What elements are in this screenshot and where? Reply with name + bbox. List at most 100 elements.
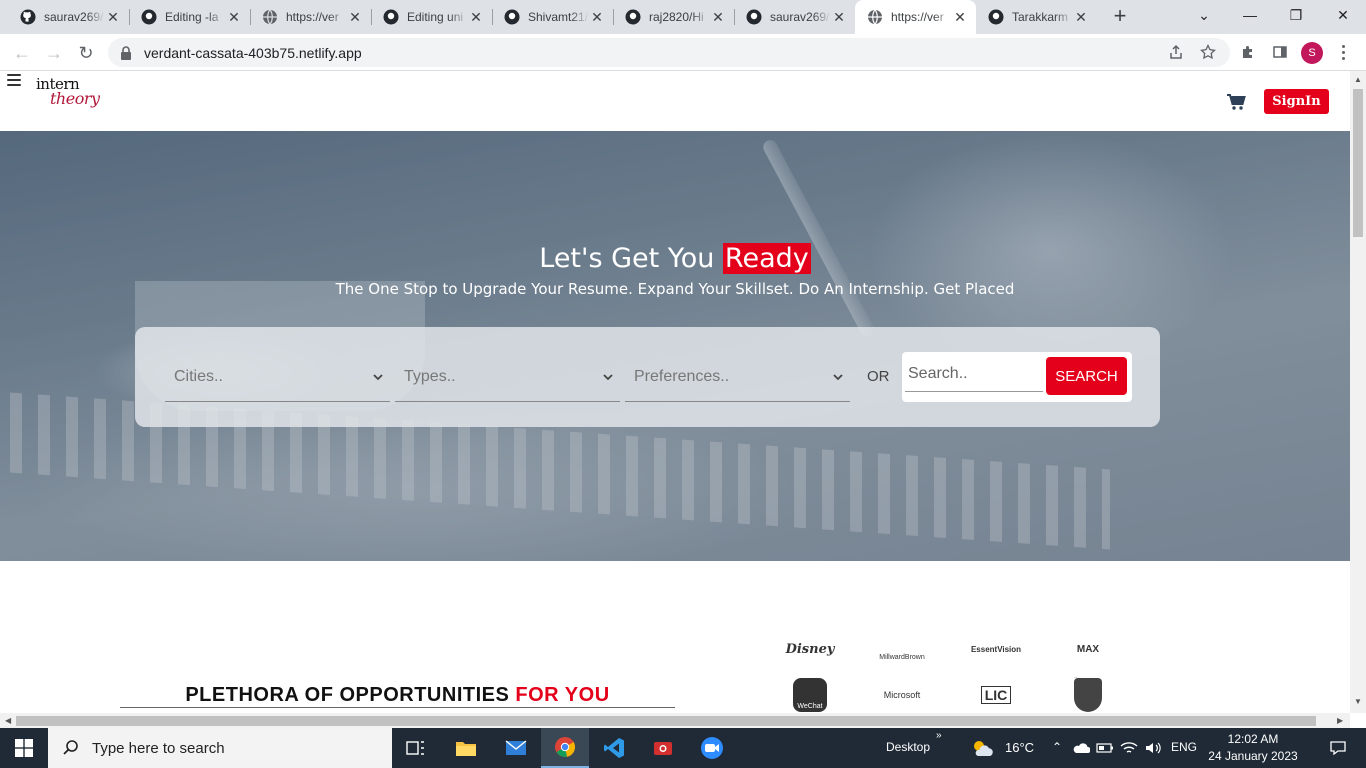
tab-title: Tarakkarm <box>1012 10 1069 24</box>
partner-logo: MillwardBrown <box>879 653 925 661</box>
notification-center-icon[interactable] <box>1318 728 1358 768</box>
globe-icon <box>867 9 883 25</box>
address-bar[interactable]: verdant-cassata-403b75.netlify.app <box>108 38 1230 67</box>
new-tab-button[interactable]: + <box>1108 5 1132 29</box>
minimize-button[interactable]: — <box>1227 0 1273 30</box>
preferences-dropdown[interactable]: Preferences.. <box>625 352 850 402</box>
github-icon <box>746 9 762 25</box>
partner-logo: EssentVision <box>970 644 1022 654</box>
show-hidden-icons-icon[interactable]: ⌃ <box>1052 740 1062 754</box>
browser-tab[interactable]: Editing -la ✕ <box>129 0 250 34</box>
scroll-up-arrow-icon[interactable]: ▲ <box>1354 75 1362 84</box>
bookmark-star-icon[interactable] <box>1194 38 1222 66</box>
close-window-button[interactable]: ✕ <box>1320 0 1366 30</box>
horizontal-scrollbar[interactable]: ◀ ▶ <box>0 713 1350 729</box>
side-panel-icon[interactable] <box>1266 38 1294 66</box>
hamburger-menu-icon[interactable] <box>7 74 21 86</box>
desktop-toolbar-label[interactable]: Desktop <box>886 740 930 754</box>
site-logo[interactable]: intern theory <box>36 75 106 111</box>
tab-title: saurav269/ <box>770 10 830 24</box>
close-tab-icon[interactable]: ✕ <box>710 9 726 25</box>
wifi-icon[interactable] <box>1120 728 1138 768</box>
hero-subtitle: The One Stop to Upgrade Your Resume. Exp… <box>335 280 1015 298</box>
profile-avatar[interactable]: S <box>1301 42 1323 64</box>
scroll-right-arrow-icon[interactable]: ▶ <box>1337 716 1343 725</box>
browser-tab[interactable]: Tarakkarm ✕ <box>976 0 1097 34</box>
close-tab-icon[interactable]: ✕ <box>347 9 363 25</box>
onedrive-icon[interactable] <box>1072 728 1090 768</box>
search-icon <box>63 740 78 755</box>
taskbar-clock[interactable]: 12:02 AM 24 January 2023 <box>1208 731 1298 765</box>
partner-logo: LIC <box>956 677 1036 713</box>
restore-button[interactable]: ❐ <box>1273 0 1319 30</box>
search-input[interactable] <box>905 356 1043 392</box>
zoom-icon[interactable] <box>688 728 736 768</box>
screen-recorder-icon[interactable] <box>639 728 687 768</box>
or-label: OR <box>867 368 890 385</box>
volume-icon[interactable] <box>1144 728 1162 768</box>
lock-icon[interactable] <box>120 45 134 60</box>
globe-icon <box>262 9 278 25</box>
file-explorer-icon[interactable] <box>442 728 490 768</box>
types-dropdown[interactable]: Types.. <box>395 352 620 402</box>
close-tab-icon[interactable]: ✕ <box>105 9 121 25</box>
chrome-icon[interactable] <box>541 728 589 768</box>
windows-start-button[interactable] <box>0 728 48 768</box>
signin-button[interactable]: SignIn <box>1264 89 1329 114</box>
extensions-icon[interactable] <box>1234 38 1262 66</box>
hero-title: Let's Get You Ready <box>539 243 811 274</box>
browser-tab[interactable]: https://ver ✕ <box>250 0 371 34</box>
battery-icon[interactable] <box>1096 728 1114 768</box>
clock-date: 24 January 2023 <box>1208 749 1298 763</box>
close-tab-icon[interactable]: ✕ <box>589 9 605 25</box>
search-filter-card: Cities.. Types.. Preferences.. OR SEARCH <box>135 327 1160 427</box>
page-viewport: intern theory SignIn Let's Get You Ready… <box>0 71 1350 713</box>
hero-title-highlight: Ready <box>722 243 811 274</box>
search-box: SEARCH <box>902 352 1132 402</box>
mail-icon[interactable] <box>492 728 540 768</box>
tab-title: Editing -la <box>165 10 219 24</box>
partner-logos: Disney MillwardBrown EssentVision MAX We… <box>770 631 1130 713</box>
close-tab-icon[interactable]: ✕ <box>831 9 847 25</box>
browser-tab[interactable]: raj2820/Hi ✕ <box>613 0 734 34</box>
share-icon[interactable] <box>1162 38 1190 66</box>
browser-toolbar: ← → ↻ verdant-cassata-403b75.netlify.app… <box>0 34 1366 71</box>
close-tab-icon[interactable]: ✕ <box>1073 9 1089 25</box>
weather-icon[interactable] <box>962 728 1002 768</box>
task-view-icon[interactable] <box>392 728 440 768</box>
horizontal-scroll-thumb[interactable] <box>16 716 1316 726</box>
github-icon <box>383 9 399 25</box>
browser-tab[interactable]: saurav269/ ✕ <box>8 0 129 34</box>
tab-search-icon[interactable]: ⌄ <box>1181 0 1227 30</box>
search-button[interactable]: SEARCH <box>1046 357 1127 395</box>
scroll-left-arrow-icon[interactable]: ◀ <box>5 716 11 725</box>
browser-tab[interactable]: Editing uni ✕ <box>371 0 492 34</box>
toolbar-expand-icon[interactable]: » <box>936 730 942 741</box>
partner-logo: WeChat <box>770 677 850 713</box>
close-tab-icon[interactable]: ✕ <box>226 9 242 25</box>
back-button[interactable]: ← <box>8 39 36 67</box>
types-dropdown-label: Types.. <box>404 367 456 385</box>
windows-logo-icon <box>15 739 33 757</box>
cities-dropdown[interactable]: Cities.. <box>165 352 390 402</box>
browser-tab-active[interactable]: https://ver ✕ <box>855 0 976 34</box>
tab-title: https://ver <box>286 10 339 24</box>
close-tab-icon[interactable]: ✕ <box>952 9 968 25</box>
vertical-scroll-thumb[interactable] <box>1353 89 1363 237</box>
taskbar-search-box[interactable]: Type here to search <box>48 728 392 768</box>
browser-menu-icon[interactable] <box>1333 40 1353 64</box>
vscode-icon[interactable] <box>590 728 638 768</box>
forward-button[interactable]: → <box>40 39 68 67</box>
chevron-down-icon <box>373 373 383 380</box>
section-divider <box>120 707 675 708</box>
url-text: verdant-cassata-403b75.netlify.app <box>144 44 362 61</box>
github-icon <box>988 9 1004 25</box>
vertical-scrollbar[interactable]: ▲ ▼ <box>1350 71 1366 713</box>
reload-button[interactable]: ↻ <box>72 39 100 67</box>
cart-icon[interactable] <box>1226 93 1246 111</box>
language-indicator[interactable]: ENG <box>1171 740 1197 754</box>
close-tab-icon[interactable]: ✕ <box>468 9 484 25</box>
browser-tab[interactable]: saurav269/ ✕ <box>734 0 855 34</box>
browser-tab[interactable]: Shivamt21/ ✕ <box>492 0 613 34</box>
scroll-down-arrow-icon[interactable]: ▼ <box>1354 697 1362 706</box>
